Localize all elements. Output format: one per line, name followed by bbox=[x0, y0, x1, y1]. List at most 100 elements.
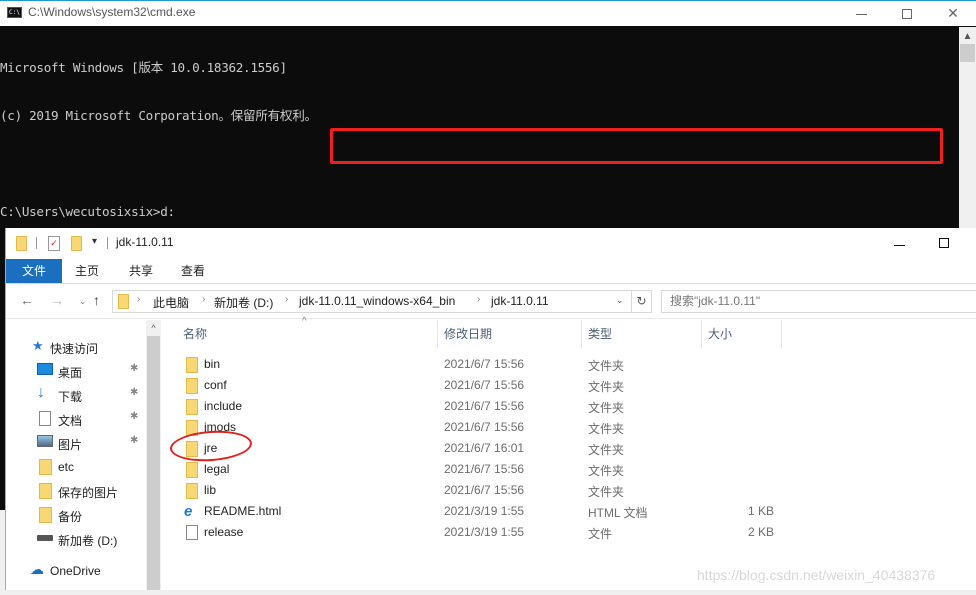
file-row[interactable]: lib 2021/6/7 15:56 文件夹 bbox=[163, 480, 976, 501]
scroll-up-arrow-icon[interactable]: ▲ bbox=[959, 31, 976, 43]
status-bar bbox=[0, 590, 976, 595]
file-list: ^ 名称 修改日期 类型 大小 bin 2021/6/7 15:56 文件夹 c… bbox=[163, 316, 976, 595]
file-icon bbox=[186, 525, 198, 540]
column-divider[interactable] bbox=[781, 320, 782, 348]
cmd-minimize-button[interactable] bbox=[838, 1, 884, 26]
sidebar-item-documents[interactable]: 文档 ✱ bbox=[6, 408, 146, 430]
address-bar[interactable]: › 此电脑 › 新加卷 (D:) › jdk-11.0.11_windows-x… bbox=[112, 290, 632, 313]
cmd-app-icon: C:\ bbox=[7, 7, 22, 18]
back-arrow-icon[interactable]: ← bbox=[20, 292, 34, 308]
sidebar-item-label: 备份 bbox=[58, 510, 83, 524]
search-input[interactable]: 搜索"jdk-11.0.11" bbox=[661, 290, 976, 313]
column-header-type[interactable]: 类型 bbox=[588, 320, 698, 348]
breadcrumb-jdk-11[interactable]: jdk-11.0.11 bbox=[491, 294, 549, 308]
breadcrumb-this-pc[interactable]: 此电脑 bbox=[153, 294, 189, 311]
pin-icon[interactable]: ✱ bbox=[130, 411, 138, 422]
explorer-maximize-button[interactable] bbox=[931, 235, 961, 253]
sidebar-item-saved-pictures[interactable]: 保存的图片 bbox=[6, 480, 146, 502]
column-divider[interactable] bbox=[437, 320, 438, 348]
pin-icon[interactable]: ✱ bbox=[130, 387, 138, 398]
refresh-icon[interactable]: ↻ bbox=[632, 290, 652, 313]
cmd-scrollbar-thumb[interactable] bbox=[960, 44, 975, 62]
breadcrumb-jdk-windows-x64-bin[interactable]: jdk-11.0.11_windows-x64_bin bbox=[299, 294, 455, 308]
up-arrow-icon[interactable]: ↑ bbox=[93, 292, 100, 308]
tab-share[interactable]: 共享 bbox=[118, 259, 164, 283]
folder-icon bbox=[16, 236, 27, 251]
column-divider[interactable] bbox=[701, 320, 702, 348]
breadcrumb-separator-icon[interactable]: › bbox=[137, 294, 140, 305]
file-type: 文件夹 bbox=[588, 401, 625, 415]
breadcrumb-separator-icon[interactable]: › bbox=[477, 294, 480, 305]
file-name: bin bbox=[204, 357, 221, 371]
forward-arrow-icon[interactable]: → bbox=[50, 292, 64, 308]
file-name: conf bbox=[204, 378, 227, 392]
onedrive-icon: ☁ bbox=[30, 561, 44, 577]
cmd-close-button[interactable]: ✕ bbox=[930, 1, 976, 26]
file-row[interactable]: jmods 2021/6/7 15:56 文件夹 bbox=[163, 417, 976, 438]
properties-icon[interactable]: ✓ bbox=[48, 236, 60, 251]
navigation-pane-scrollbar[interactable]: ^ bbox=[146, 320, 161, 595]
file-size: 2 KB bbox=[747, 525, 774, 539]
file-row[interactable]: release 2021/3/19 1:55 文件 2 KB bbox=[163, 522, 976, 543]
column-header-name[interactable]: 名称 bbox=[183, 320, 433, 348]
file-type: 文件夹 bbox=[588, 422, 625, 436]
sidebar-item-label: OneDrive bbox=[50, 564, 101, 578]
sidebar-item-etc[interactable]: etc bbox=[6, 456, 146, 478]
address-dropdown-icon[interactable]: ⌄ bbox=[616, 295, 624, 306]
sidebar-item-label: etc bbox=[58, 460, 75, 474]
breadcrumb-drive-d[interactable]: 新加卷 (D:) bbox=[214, 294, 273, 311]
explorer-minimize-button[interactable] bbox=[886, 235, 916, 253]
column-header-date[interactable]: 修改日期 bbox=[444, 320, 574, 348]
navigation-pane: ★ 快速访问 桌面 ✱ ↓ 下载 ✱ 文档 ✱ 图片 ✱ etc 保存的图片 备… bbox=[6, 320, 161, 595]
file-row[interactable]: bin 2021/6/7 15:56 文件夹 bbox=[163, 354, 976, 375]
folder-icon bbox=[186, 483, 198, 499]
minimize-icon bbox=[894, 245, 905, 246]
folder-icon bbox=[39, 507, 52, 523]
file-row[interactable]: conf 2021/6/7 15:56 文件夹 bbox=[163, 375, 976, 396]
file-name: release bbox=[204, 525, 244, 539]
sidebar-item-quick-access[interactable]: ★ 快速访问 bbox=[6, 336, 146, 358]
tab-file[interactable]: 文件 bbox=[6, 259, 62, 283]
pin-icon[interactable]: ✱ bbox=[130, 435, 138, 446]
cmd-window-title: C:\Windows\system32\cmd.exe bbox=[28, 5, 196, 19]
desktop-icon bbox=[37, 363, 53, 375]
scroll-up-arrow-icon[interactable]: ^ bbox=[146, 323, 161, 333]
folder-icon bbox=[118, 294, 129, 309]
column-header-size[interactable]: 大小 bbox=[708, 320, 778, 348]
navigation-pane-scrollbar-thumb[interactable] bbox=[147, 336, 160, 591]
file-date: 2021/6/7 15:56 bbox=[444, 420, 525, 434]
sidebar-item-drive-d[interactable]: 新加卷 (D:) bbox=[6, 528, 146, 550]
breadcrumb-separator-icon[interactable]: › bbox=[285, 294, 288, 305]
file-date: 2021/3/19 1:55 bbox=[444, 504, 525, 518]
sidebar-item-onedrive[interactable]: ☁ OneDrive bbox=[6, 560, 146, 582]
explorer-titlebar[interactable]: ✓ ▾ jdk-11.0.11 bbox=[6, 228, 976, 259]
sidebar-item-downloads[interactable]: ↓ 下载 ✱ bbox=[6, 384, 146, 406]
file-row[interactable]: include 2021/6/7 15:56 文件夹 bbox=[163, 396, 976, 417]
file-row[interactable]: legal 2021/6/7 15:56 文件夹 bbox=[163, 459, 976, 480]
tab-view[interactable]: 查看 bbox=[170, 259, 216, 283]
cmd-scrollbar[interactable]: ▲ bbox=[959, 27, 976, 240]
pictures-icon bbox=[37, 435, 53, 447]
cmd-maximize-button[interactable] bbox=[884, 1, 930, 26]
sidebar-item-desktop[interactable]: 桌面 ✱ bbox=[6, 360, 146, 382]
customize-quick-access-icon[interactable]: ▾ bbox=[92, 236, 97, 247]
file-date: 2021/6/7 15:56 bbox=[444, 378, 525, 392]
cmd-titlebar[interactable]: C:\ C:\Windows\system32\cmd.exe ✕ bbox=[0, 0, 976, 26]
file-type: 文件夹 bbox=[588, 359, 625, 373]
file-date: 2021/6/7 15:56 bbox=[444, 462, 525, 476]
divider bbox=[107, 237, 108, 249]
file-size: 1 KB bbox=[747, 504, 774, 518]
file-row-jre[interactable]: jre 2021/6/7 16:01 文件夹 bbox=[163, 438, 976, 459]
new-folder-icon[interactable] bbox=[71, 236, 82, 251]
file-row[interactable]: e README.html 2021/3/19 1:55 HTML 文档 1 K… bbox=[163, 501, 976, 522]
sidebar-item-pictures[interactable]: 图片 ✱ bbox=[6, 432, 146, 454]
column-divider[interactable] bbox=[581, 320, 582, 348]
tab-home[interactable]: 主页 bbox=[64, 259, 110, 283]
sidebar-item-backup[interactable]: 备份 bbox=[6, 504, 146, 526]
breadcrumb-separator-icon[interactable]: › bbox=[202, 294, 205, 305]
pin-icon[interactable]: ✱ bbox=[130, 363, 138, 374]
recent-locations-chevron-icon[interactable]: ⌄ bbox=[79, 296, 87, 307]
internet-explorer-html-icon: e bbox=[184, 503, 193, 520]
download-icon: ↓ bbox=[37, 384, 45, 401]
console-line: Microsoft Windows [版本 10.0.18362.1556] bbox=[0, 60, 287, 75]
